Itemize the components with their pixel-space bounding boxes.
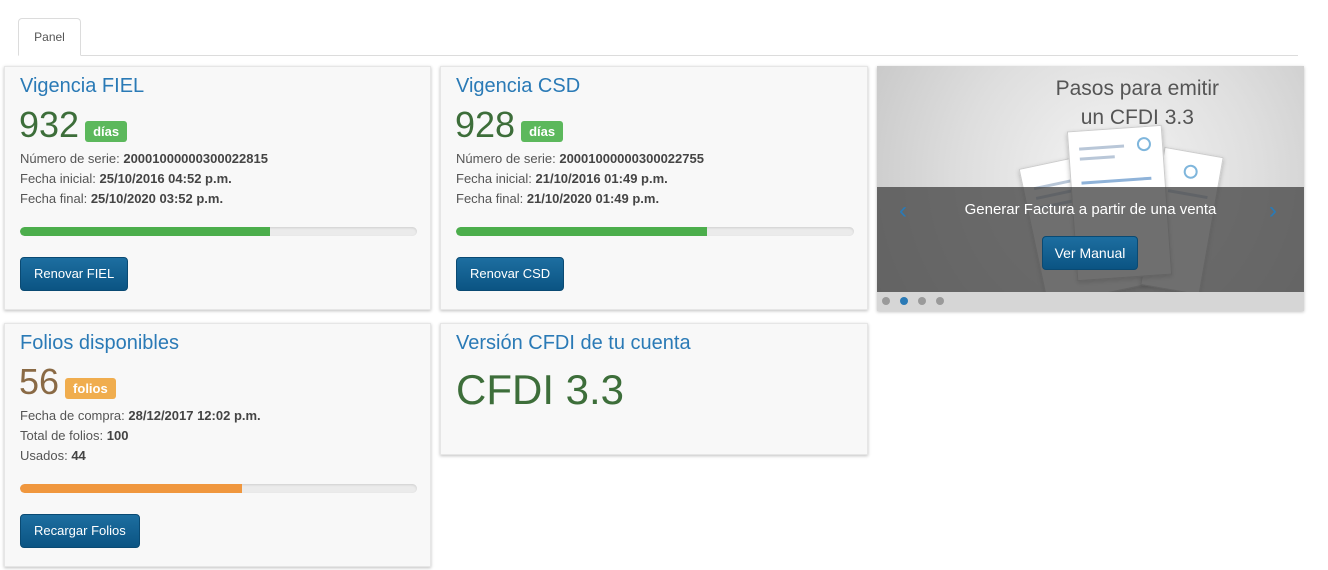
folios-title: Folios disponibles xyxy=(20,332,179,354)
carousel-dot[interactable] xyxy=(918,297,926,305)
folios-purchase-label: Fecha de compra: xyxy=(20,408,125,423)
csd-serial: Número de serie: 20001000000300022755 xyxy=(456,151,704,166)
folios-total: Total de folios: 100 xyxy=(20,428,128,443)
fiel-start: Fecha inicial: 25/10/2016 04:52 p.m. xyxy=(20,171,232,186)
csd-days-row: 928 días xyxy=(455,104,564,145)
fiel-progress-bar xyxy=(20,227,417,236)
csd-end-label: Fecha final: xyxy=(456,191,524,206)
fiel-end-label: Fecha final: xyxy=(20,191,88,206)
folios-progress-fill xyxy=(20,484,243,493)
csd-end: Fecha final: 21/10/2020 01:49 p.m. xyxy=(456,191,659,206)
fiel-title: Vigencia FIEL xyxy=(20,75,145,97)
cfdi-version: CFDI 3.3 xyxy=(456,366,625,413)
csd-progress-fill xyxy=(456,227,707,236)
cfdi-version-card: Versión CFDI de tu cuenta CFDI 3.3 xyxy=(440,323,868,455)
fiel-days-row: 932 días xyxy=(19,104,128,145)
fiel-start-label: Fecha inicial: xyxy=(20,171,96,186)
csd-days: 928 xyxy=(455,104,516,145)
carousel-dot[interactable] xyxy=(882,297,890,305)
csd-start-value: 21/10/2016 01:49 p.m. xyxy=(535,171,668,186)
folios-purchase-value: 28/12/2017 12:02 p.m. xyxy=(128,408,261,423)
csd-card: Vigencia CSD 928 días Número de serie: 2… xyxy=(440,66,868,310)
carousel-caption: Generar Factura a partir de una venta xyxy=(964,201,1217,218)
csd-days-badge: días xyxy=(521,121,564,142)
renovar-csd-button[interactable]: Renovar CSD xyxy=(456,257,565,291)
fiel-serial: Número de serie: 20001000000300022815 xyxy=(20,151,268,166)
renovar-fiel-button[interactable]: Renovar FIEL xyxy=(20,257,129,291)
carousel-heading: Pasos para emitir un CFDI 3.3 xyxy=(1056,74,1219,132)
carousel-next-icon[interactable]: › xyxy=(1269,197,1277,225)
ver-manual-button[interactable]: Ver Manual xyxy=(1042,236,1138,270)
csd-progress-bar xyxy=(456,227,854,236)
csd-start: Fecha inicial: 21/10/2016 01:49 p.m. xyxy=(456,171,668,186)
tab-bar: Panel xyxy=(18,18,1298,56)
fiel-progress-fill xyxy=(20,227,271,236)
csd-title: Vigencia CSD xyxy=(456,75,581,97)
carousel-caption-overlay: ‹ Generar Factura a partir de una venta … xyxy=(877,187,1304,292)
folios-total-label: Total de folios: xyxy=(20,428,104,443)
carousel-dot[interactable] xyxy=(936,297,944,305)
folios-used-label: Usados: xyxy=(20,448,68,463)
folios-card: Folios disponibles 56 folios Fecha de co… xyxy=(4,323,431,567)
csd-end-value: 21/10/2020 01:49 p.m. xyxy=(526,191,660,206)
fiel-days-badge: días xyxy=(85,121,128,142)
fiel-start-value: 25/10/2016 04:52 p.m. xyxy=(99,171,232,186)
fiel-card: Vigencia FIEL 932 días Número de serie: … xyxy=(4,66,431,310)
fiel-serial-value: 20001000000300022815 xyxy=(123,151,268,166)
folios-count-row: 56 folios xyxy=(19,362,116,402)
csd-serial-value: 20001000000300022755 xyxy=(559,151,704,166)
folios-used: Usados: 44 xyxy=(20,448,86,463)
folios-count: 56 xyxy=(19,361,60,402)
folios-used-value: 44 xyxy=(71,448,86,463)
manual-carousel: Pasos para emitir un CFDI 3.3 ‹ Generar … xyxy=(877,66,1304,311)
recargar-folios-button[interactable]: Recargar Folios xyxy=(20,514,140,548)
folios-purchase: Fecha de compra: 28/12/2017 12:02 p.m. xyxy=(20,408,261,423)
folios-progress-bar xyxy=(20,484,417,493)
fiel-days: 932 xyxy=(19,104,80,145)
csd-start-label: Fecha inicial: xyxy=(456,171,532,186)
carousel-indicators xyxy=(877,292,1304,311)
folios-count-badge: folios xyxy=(65,378,116,399)
carousel-dot-active[interactable] xyxy=(900,297,908,305)
fiel-end: Fecha final: 25/10/2020 03:52 p.m. xyxy=(20,191,223,206)
folios-total-value: 100 xyxy=(106,428,129,443)
carousel-heading-line1: Pasos para emitir xyxy=(1055,77,1219,100)
csd-serial-label: Número de serie: xyxy=(456,151,556,166)
cfdi-title: Versión CFDI de tu cuenta xyxy=(456,332,691,354)
fiel-serial-label: Número de serie: xyxy=(20,151,120,166)
tab-panel[interactable]: Panel xyxy=(18,18,81,56)
fiel-end-value: 25/10/2020 03:52 p.m. xyxy=(90,191,224,206)
